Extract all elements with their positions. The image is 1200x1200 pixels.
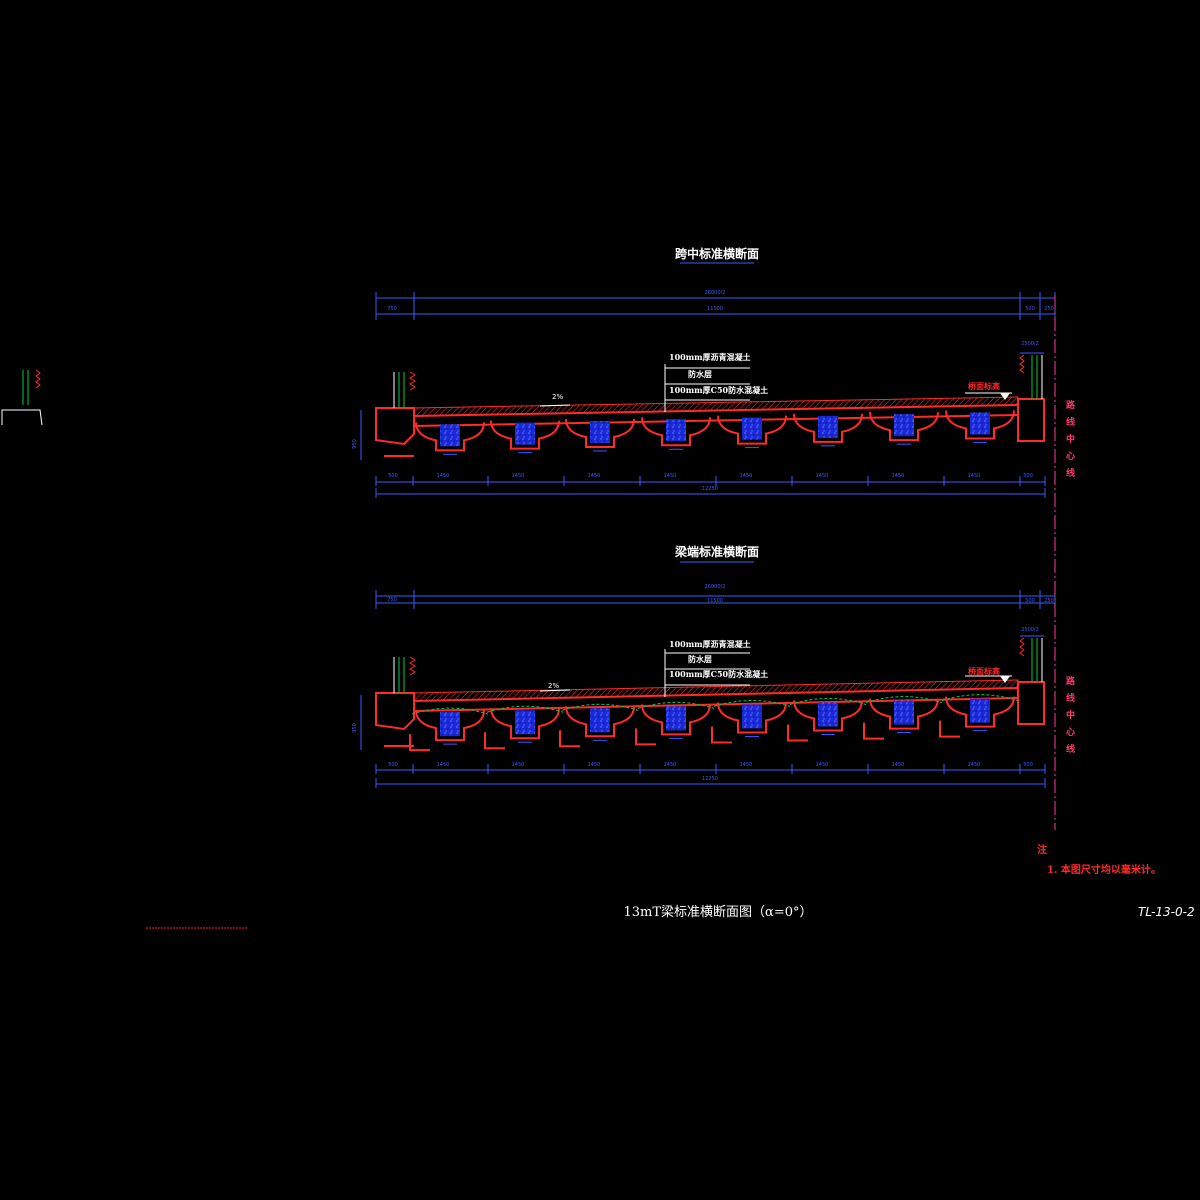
bottom-dim-7: 1450 (892, 473, 905, 479)
main-title: 13mT梁标准横断面图（α=0°） (624, 905, 813, 920)
top-dim-0: 750 (387, 306, 397, 312)
end-diaphragm (559, 730, 580, 748)
notes-item: 1. 本图尺寸均以毫米计。 (1047, 863, 1161, 876)
beam-infill (894, 700, 914, 725)
deck-slab-bottom (413, 414, 1019, 427)
left-rail-spring (409, 371, 416, 391)
right-dim: 2500/2 (1021, 341, 1039, 347)
bottom-dim-7: 1450 (892, 762, 905, 768)
right-rail-spring (1019, 637, 1025, 657)
left-barrier (375, 692, 415, 731)
bottom-dim-9: 500 (1023, 762, 1033, 768)
edge-elevation-label: 桥面标高 (968, 381, 1000, 391)
layer-2: 防水层 (688, 654, 712, 664)
overall-dim: 26000/2 (705, 290, 726, 296)
bottom-dim-9: 500 (1023, 473, 1033, 479)
layer-3: 100mm厚C50防水混凝土 (669, 385, 768, 395)
bottom-dim-8: 1450 (968, 762, 981, 768)
layer-1: 100mm厚沥青混凝土 (669, 639, 751, 649)
bottom-dim-4: 1450 (664, 473, 677, 479)
end-diaphragm (939, 720, 960, 738)
bottom-dim-2: 1450 (512, 473, 525, 479)
end-diaphragm (787, 724, 808, 742)
top-dim-3: 250 (1044, 306, 1054, 312)
beam-infill (970, 698, 990, 723)
end-diaphragm (484, 732, 505, 750)
top-dim-0: 750 (387, 597, 397, 603)
centerline-label-bottom: 路线中心线 (1066, 675, 1076, 755)
beam-infill (894, 414, 914, 437)
notes-heading: 注 (1037, 843, 1047, 856)
end-diaphragm (635, 728, 656, 746)
beam-infill (440, 424, 460, 447)
section-title: 跨中标准横断面 (675, 246, 759, 261)
height-dim: 950 (352, 439, 358, 449)
bottom-dim-3: 1450 (588, 473, 601, 479)
end-diaphragm (409, 734, 430, 752)
beam-infill (515, 422, 535, 445)
section-midspan: 跨中标准横断面 26000/2 750 11500 500 250 2500/2… (352, 246, 1056, 498)
slope-label: 2% (548, 682, 559, 690)
bottom-total: 12250 (702, 776, 718, 782)
bottom-total: 12250 (702, 486, 718, 492)
bottom-dim-6: 1450 (816, 762, 829, 768)
bottom-dim-4: 1450 (664, 762, 677, 768)
bottom-dim-5: 1450 (740, 762, 753, 768)
section-beam-end: 梁端标准横断面 26000/2 750 11500 500 250 2500/2… (352, 544, 1056, 788)
right-dim: 2500/2 (1021, 627, 1039, 633)
bottom-dim-1: 1450 (437, 762, 450, 768)
drawing-canvas: 跨中标准横断面 26000/2 750 11500 500 250 2500/2… (1, 246, 1195, 929)
geometry (360, 292, 1056, 498)
bottom-dim-0: 500 (388, 473, 398, 479)
beam-infill (666, 419, 686, 442)
end-diaphragm (711, 726, 732, 744)
right-barrier (1017, 398, 1045, 442)
height-dim: 950 (352, 723, 358, 733)
geometry (360, 590, 1056, 788)
beam-infill (666, 706, 686, 731)
left-rail-spring (409, 656, 416, 676)
layer-3: 100mm厚C50防水混凝土 (669, 669, 768, 679)
end-diaphragm (863, 722, 884, 740)
overall-dim: 26000/2 (705, 584, 726, 590)
bottom-dim-1: 1450 (437, 473, 450, 479)
beam-infill (515, 710, 535, 735)
beam-infill (818, 415, 838, 438)
bottom-dim-2: 1450 (512, 762, 525, 768)
right-rail-spring (1019, 354, 1025, 374)
beam-infill (440, 712, 460, 737)
layer-1: 100mm厚沥青混凝土 (669, 352, 751, 362)
layer-2: 防水层 (688, 369, 712, 379)
top-dim-1: 11500 (707, 306, 723, 312)
edge-elevation-label: 桥面标高 (968, 666, 1000, 676)
drawing-code: TL-13-0-2 (1138, 905, 1195, 919)
right-barrier (1017, 681, 1045, 725)
bottom-dim-5: 1450 (740, 473, 753, 479)
left-edge-detail (1, 369, 43, 426)
beam-infill (590, 420, 610, 443)
centerline-label-top: 路线中心线 (1066, 399, 1076, 479)
section-title: 梁端标准横断面 (674, 544, 759, 559)
beam-infill (742, 704, 762, 729)
bottom-dim-8: 1450 (968, 473, 981, 479)
top-dim-2: 500 (1025, 306, 1035, 312)
beam-infill (742, 417, 762, 440)
beam-infill (590, 708, 610, 733)
left-barrier (375, 407, 415, 446)
bottom-dim-6: 1450 (816, 473, 829, 479)
beam-infill (970, 412, 990, 435)
bottom-dim-0: 500 (388, 762, 398, 768)
beam-infill (818, 702, 838, 727)
bottom-dim-3: 1450 (588, 762, 601, 768)
slope-label: 2% (552, 393, 563, 401)
